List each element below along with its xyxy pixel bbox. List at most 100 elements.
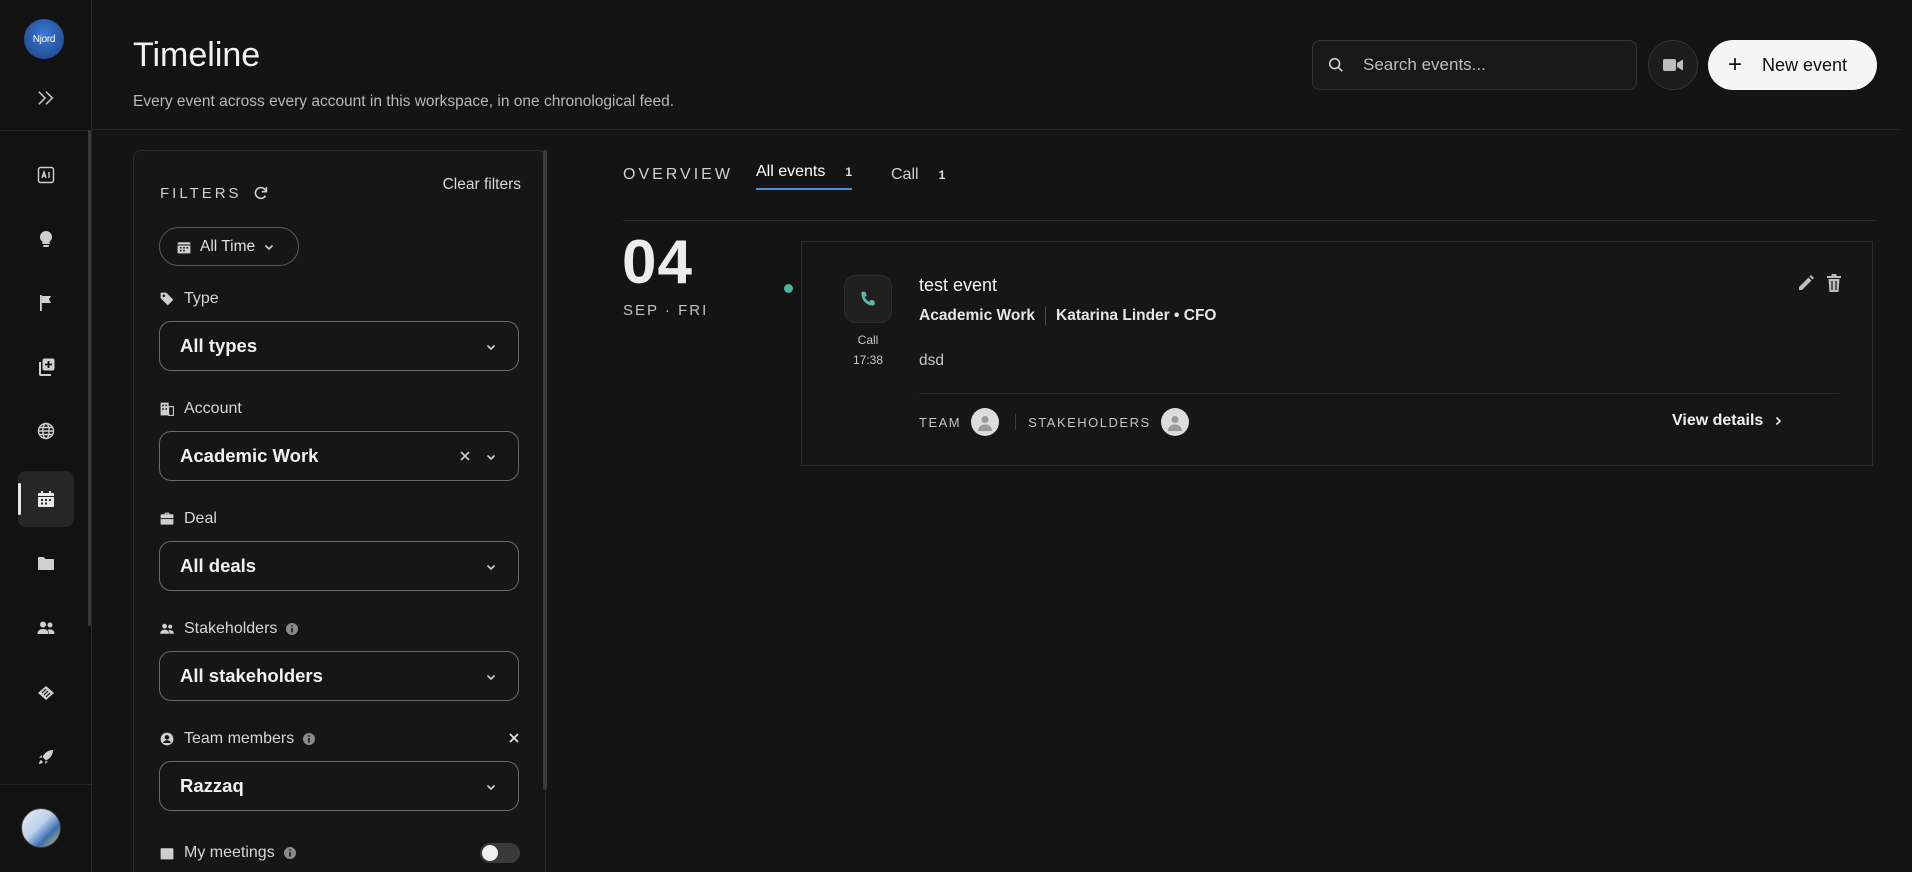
tab-count-badge: 1: [845, 165, 853, 179]
people-icon: [160, 623, 174, 634]
search-box[interactable]: [1312, 40, 1637, 90]
account-label-row: Account: [159, 400, 242, 418]
user-avatar[interactable]: [21, 808, 61, 848]
tag-icon: [160, 292, 174, 306]
rail-divider: [0, 130, 92, 131]
video-camera-icon: [1663, 59, 1683, 71]
lightbulb-icon: [39, 230, 53, 247]
info-icon[interactable]: [302, 732, 316, 746]
view-details-link[interactable]: View details: [1672, 412, 1784, 430]
team-members-select-value: Razzaq: [180, 775, 244, 796]
left-rail: Njord: [0, 0, 92, 872]
video-call-button[interactable]: [1648, 40, 1698, 90]
new-event-button[interactable]: + New event: [1708, 40, 1877, 90]
chevron-right-icon: [1776, 416, 1782, 426]
tab-count-badge: 1: [938, 168, 946, 182]
flag-icon: [40, 295, 51, 311]
calendar-icon: [177, 241, 191, 253]
stakeholder-avatar[interactable]: [1160, 408, 1189, 436]
team-members-select[interactable]: Razzaq: [159, 761, 519, 811]
date-day: 04: [622, 228, 693, 297]
team-members-label-row: Team members: [159, 730, 316, 748]
sidebar-item-people[interactable]: [18, 600, 74, 656]
new-event-label: New event: [1762, 54, 1848, 75]
search-input[interactable]: [1361, 54, 1611, 76]
chevron-down-icon: [486, 564, 496, 571]
team-members-label: Team members: [184, 730, 295, 747]
trash-icon[interactable]: [1825, 273, 1843, 293]
sidebar-item-goals[interactable]: [18, 275, 74, 331]
deal-label-row: Deal: [159, 510, 217, 528]
stakeholders-label: Stakeholders: [184, 620, 278, 637]
account-select-value: Academic Work: [180, 445, 319, 466]
sidebar-item-files[interactable]: [18, 535, 74, 591]
deal-select-value: All deals: [180, 555, 257, 576]
stakeholders-select-value: All stakeholders: [180, 665, 323, 686]
event-card[interactable]: Call 17:38 test event Academic Work Kata…: [801, 241, 1873, 466]
sidebar-item-deals[interactable]: [18, 665, 74, 721]
user-avatar-icon: [1167, 416, 1182, 431]
account-select[interactable]: Academic Work: [159, 431, 519, 481]
meta-divider: [1045, 307, 1047, 325]
event-contact[interactable]: Katarina Linder • CFO: [1056, 307, 1216, 325]
tab-all-events[interactable]: All events 1: [756, 160, 853, 190]
tab-call[interactable]: Call 1: [891, 160, 945, 190]
sidebar-item-timeline[interactable]: [18, 471, 74, 527]
page-subtitle: Every event across every account in this…: [133, 93, 675, 110]
filters-scrollbar[interactable]: [543, 150, 547, 790]
event-meta: Academic Work Katarina Linder • CFO: [919, 307, 1216, 325]
event-type-label: Call: [857, 333, 879, 347]
tabs-divider: [623, 220, 1877, 221]
user-circle-icon: [160, 732, 174, 746]
chevron-down-icon: [486, 784, 496, 791]
sidebar-item-ai[interactable]: [18, 147, 74, 203]
calendar-icon: [38, 491, 54, 507]
info-icon[interactable]: [285, 622, 299, 636]
chevron-down-icon: [486, 674, 496, 681]
account-label: Account: [184, 400, 242, 417]
chevron-down-icon: [486, 454, 496, 461]
participants-divider: [1015, 414, 1017, 430]
clear-filters-button[interactable]: Clear filters: [443, 176, 521, 194]
clear-icon[interactable]: [458, 449, 472, 463]
team-label: TEAM: [919, 414, 962, 430]
sidebar-item-web[interactable]: [18, 403, 74, 459]
filters-title: FILTERS: [160, 185, 242, 202]
type-select[interactable]: All types: [159, 321, 519, 371]
workspace-logo[interactable]: Njord: [24, 19, 64, 59]
stakeholders-label-row: Stakeholders: [159, 620, 299, 638]
people-icon: [37, 621, 55, 634]
chevron-down-icon: [486, 344, 496, 351]
sidebar-item-launch[interactable]: [18, 729, 74, 785]
event-type-icon: [844, 275, 892, 323]
type-label-row: Type: [159, 290, 219, 308]
page-title: Timeline: [133, 36, 261, 74]
rail-scrollbar[interactable]: [88, 130, 91, 626]
event-account[interactable]: Academic Work: [919, 307, 1035, 325]
event-participants: TEAM STAKEHOLDERS: [919, 408, 1189, 436]
time-range-chip[interactable]: All Time: [159, 227, 299, 266]
event-title[interactable]: test event: [919, 275, 997, 296]
sidebar-item-insights[interactable]: [18, 211, 74, 267]
ai-icon: [37, 166, 55, 184]
stakeholders-label: STAKEHOLDERS: [1028, 414, 1151, 430]
refresh-icon[interactable]: [252, 184, 270, 202]
tab-label: All events: [756, 163, 826, 180]
edit-icon[interactable]: [1797, 274, 1815, 292]
sidebar-item-add[interactable]: [18, 339, 74, 395]
deal-select[interactable]: All deals: [159, 541, 519, 591]
my-meetings-toggle[interactable]: [480, 843, 520, 863]
type-select-value: All types: [180, 335, 258, 356]
stakeholders-select[interactable]: All stakeholders: [159, 651, 519, 701]
globe-icon: [37, 422, 55, 440]
clear-team-members-icon[interactable]: [507, 731, 521, 745]
expand-sidebar-icon[interactable]: [32, 86, 60, 110]
timeline-dot: [784, 284, 793, 293]
search-icon: [1328, 57, 1343, 72]
rail-divider-bottom: [0, 784, 92, 785]
rocket-icon: [39, 750, 53, 764]
add-box-icon: [39, 358, 55, 376]
team-avatar[interactable]: [971, 408, 1000, 436]
event-time: 17:38: [852, 353, 884, 367]
info-icon[interactable]: [283, 846, 297, 860]
